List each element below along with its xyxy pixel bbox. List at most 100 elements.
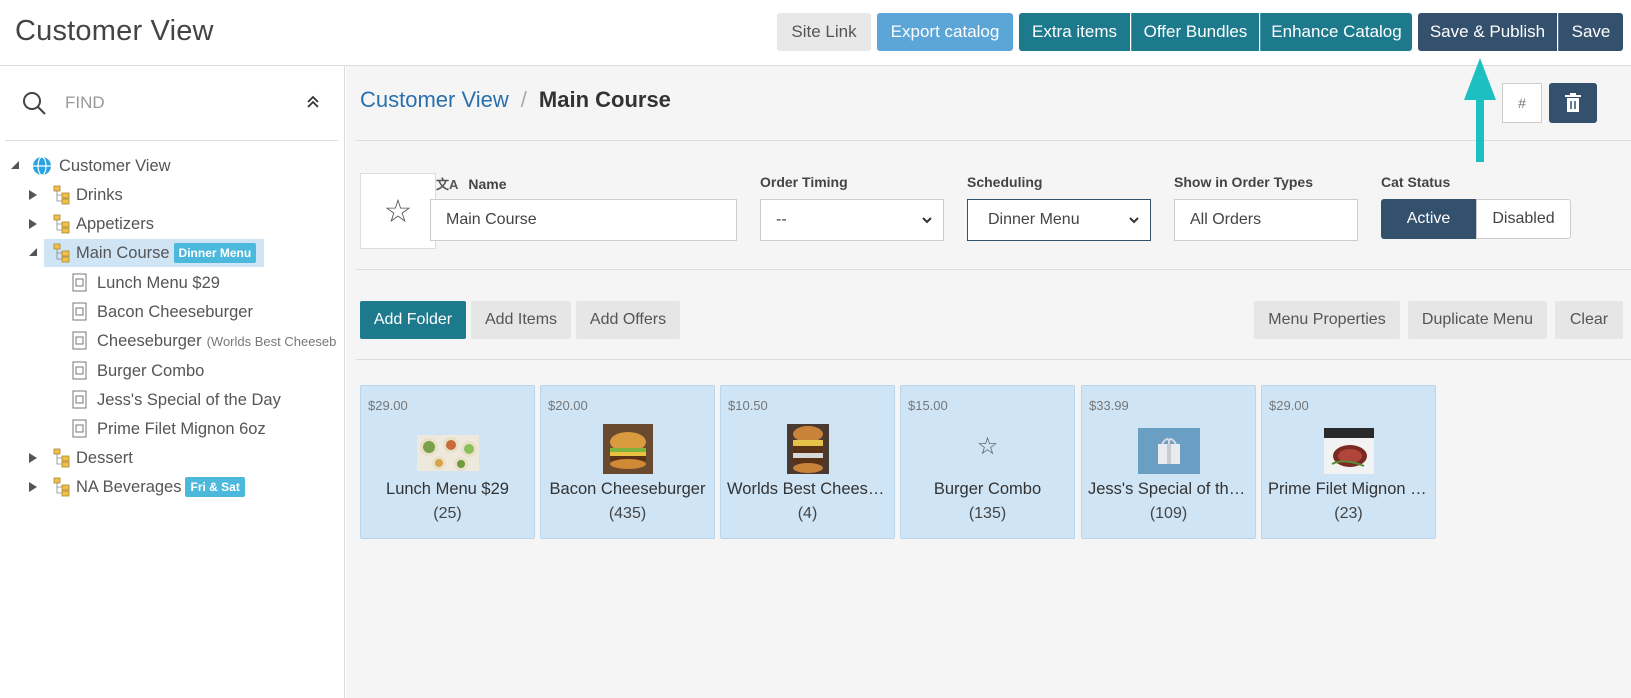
tree-node-na-beverages[interactable]: NA Beverages Fri & Sat — [52, 474, 245, 500]
tree-item[interactable]: Cheeseburger (Worlds Best Cheeseburger) — [72, 328, 336, 354]
caret-down-icon[interactable] — [28, 247, 38, 257]
item-file-icon — [72, 273, 87, 292]
tree-item-label: Jess's Special of the Day — [97, 390, 281, 409]
caret-right-icon[interactable] — [28, 219, 38, 229]
card-count: (4) — [797, 505, 818, 522]
card-name: Lunch Menu $29 — [386, 480, 509, 498]
offer-bundles-button[interactable]: Offer Bundles — [1131, 13, 1259, 51]
save-button[interactable]: Save — [1558, 13, 1623, 51]
item-file-icon — [72, 361, 87, 380]
globe-icon — [33, 156, 51, 176]
breadcrumb-parent-link[interactable]: Customer View — [360, 87, 509, 113]
salad-plates-image — [416, 435, 479, 471]
tree-item[interactable]: Bacon Cheeseburger — [72, 299, 253, 325]
caret-right-icon[interactable] — [28, 190, 38, 200]
tree-node-main-course[interactable]: Main Course Dinner Menu — [44, 239, 265, 267]
card-price: $10.50 — [728, 398, 768, 413]
tree-node-label: NA Beverages — [76, 477, 182, 496]
category-image-placeholder[interactable]: ☆ — [360, 173, 436, 249]
add-offers-button[interactable]: Add Offers — [576, 301, 680, 339]
tree-node-label: Appetizers — [76, 214, 154, 233]
card-name: Prime Filet Mignon 6oz — [1268, 480, 1435, 498]
breadcrumb-separator: / — [520, 87, 527, 112]
scheduling-select[interactable]: Dinner Menu — [967, 199, 1151, 241]
page-title: Main Course — [538, 87, 671, 112]
collapse-all-icon[interactable] — [305, 94, 321, 110]
tree-item-label: Lunch Menu $29 — [97, 273, 220, 292]
item-card[interactable]: $10.50 Worlds Best Cheeseburger (4) — [720, 385, 895, 539]
enhance-catalog-button[interactable]: Enhance Catalog — [1260, 13, 1412, 51]
order-types-input[interactable]: All Orders — [1174, 199, 1358, 241]
tree-item[interactable]: Jess's Special of the Day — [72, 387, 281, 413]
tree-node-drinks[interactable]: Drinks — [52, 182, 123, 208]
tree-node-label: Drinks — [76, 185, 123, 204]
star-icon: ☆ — [383, 193, 413, 229]
card-name: Worlds Best Cheeseburger — [727, 480, 894, 498]
item-card[interactable]: $29.00 Lunch Menu $29 (25) — [360, 385, 535, 539]
export-catalog-button[interactable]: Export catalog — [877, 13, 1013, 51]
tree-item-subtitle: (Worlds Best Cheeseburger) — [206, 333, 336, 349]
caret-down-icon[interactable] — [10, 160, 20, 170]
item-card[interactable]: $20.00 Bacon Cheeseburger (435) — [540, 385, 715, 539]
status-active-button[interactable]: Active — [1381, 199, 1476, 239]
item-file-icon — [72, 390, 87, 409]
item-card[interactable]: $15.00 ☆ Burger Combo (135) — [900, 385, 1075, 539]
card-count: (109) — [1149, 505, 1188, 522]
tree-item[interactable]: Burger Combo — [72, 358, 204, 384]
gift-box-image — [1137, 428, 1200, 474]
tall-burger-image — [786, 424, 829, 474]
extra-items-button[interactable]: Extra items — [1019, 13, 1130, 51]
item-card[interactable]: $29.00 Prime Filet Mignon 6oz (23) — [1261, 385, 1436, 539]
card-name: Burger Combo — [933, 480, 1042, 498]
card-count: (135) — [968, 505, 1007, 522]
name-input[interactable]: Main Course — [430, 199, 737, 241]
trash-icon — [1565, 93, 1581, 112]
item-file-icon — [72, 302, 87, 321]
scheduling-value: Dinner Menu — [988, 211, 1080, 228]
add-items-button[interactable]: Add Items — [471, 301, 571, 339]
caret-right-icon[interactable] — [28, 453, 38, 463]
tree-item-label: Bacon Cheeseburger — [97, 302, 253, 321]
divider — [356, 269, 1631, 270]
item-card[interactable]: $33.99 Jess's Special of the Day (109) — [1081, 385, 1256, 539]
site-link-button[interactable]: Site Link — [777, 13, 871, 51]
card-count: (23) — [1334, 505, 1363, 522]
tree-item[interactable]: Prime Filet Mignon 6oz — [72, 416, 266, 442]
tree-node-appetizers[interactable]: Appetizers — [52, 211, 154, 237]
add-folder-button[interactable]: Add Folder — [360, 301, 466, 339]
menu-properties-button[interactable]: Menu Properties — [1254, 301, 1400, 339]
order-timing-select[interactable]: -- — [760, 199, 944, 241]
folder-tree-icon — [53, 448, 70, 468]
duplicate-menu-button[interactable]: Duplicate Menu — [1408, 301, 1547, 339]
tree-node-label: Main Course — [76, 243, 170, 262]
delete-button[interactable] — [1549, 83, 1597, 123]
tree-root[interactable]: Customer View — [32, 153, 171, 179]
caret-right-icon[interactable] — [28, 482, 38, 492]
tree-item[interactable]: Lunch Menu $29 — [72, 270, 220, 296]
tree-item-label: Cheeseburger — [97, 331, 202, 350]
steak-image — [1323, 428, 1374, 474]
cat-status-toggle: Active Disabled — [1381, 199, 1571, 239]
chevron-down-icon — [1129, 217, 1139, 224]
tree-item-label: Prime Filet Mignon 6oz — [97, 419, 266, 438]
breadcrumb: Customer View / Main Course — [360, 87, 671, 113]
tree-node-label: Dessert — [76, 448, 133, 467]
folder-tree-icon — [53, 185, 70, 205]
divider — [356, 140, 1631, 141]
item-file-icon — [72, 331, 87, 350]
translate-icon[interactable]: 文A — [436, 174, 458, 193]
item-file-icon — [72, 419, 87, 438]
find-input[interactable] — [65, 88, 285, 118]
save-publish-button[interactable]: Save & Publish — [1418, 13, 1557, 51]
divider — [356, 359, 1631, 360]
cat-status-label: Cat Status — [1381, 174, 1451, 190]
tree-node-dessert[interactable]: Dessert — [52, 445, 133, 471]
order-types-label: Show in Order Types — [1174, 174, 1313, 190]
clear-button[interactable]: Clear — [1555, 301, 1623, 339]
card-price: $20.00 — [548, 398, 588, 413]
sort-number-input[interactable] — [1502, 83, 1542, 123]
chevron-down-icon — [922, 217, 932, 224]
main-panel: Customer View / Main Course ☆ 文A Name Ma… — [346, 66, 1631, 698]
status-disabled-button[interactable]: Disabled — [1476, 199, 1571, 239]
top-bar: Customer View Site Link Export catalog E… — [0, 0, 1631, 66]
